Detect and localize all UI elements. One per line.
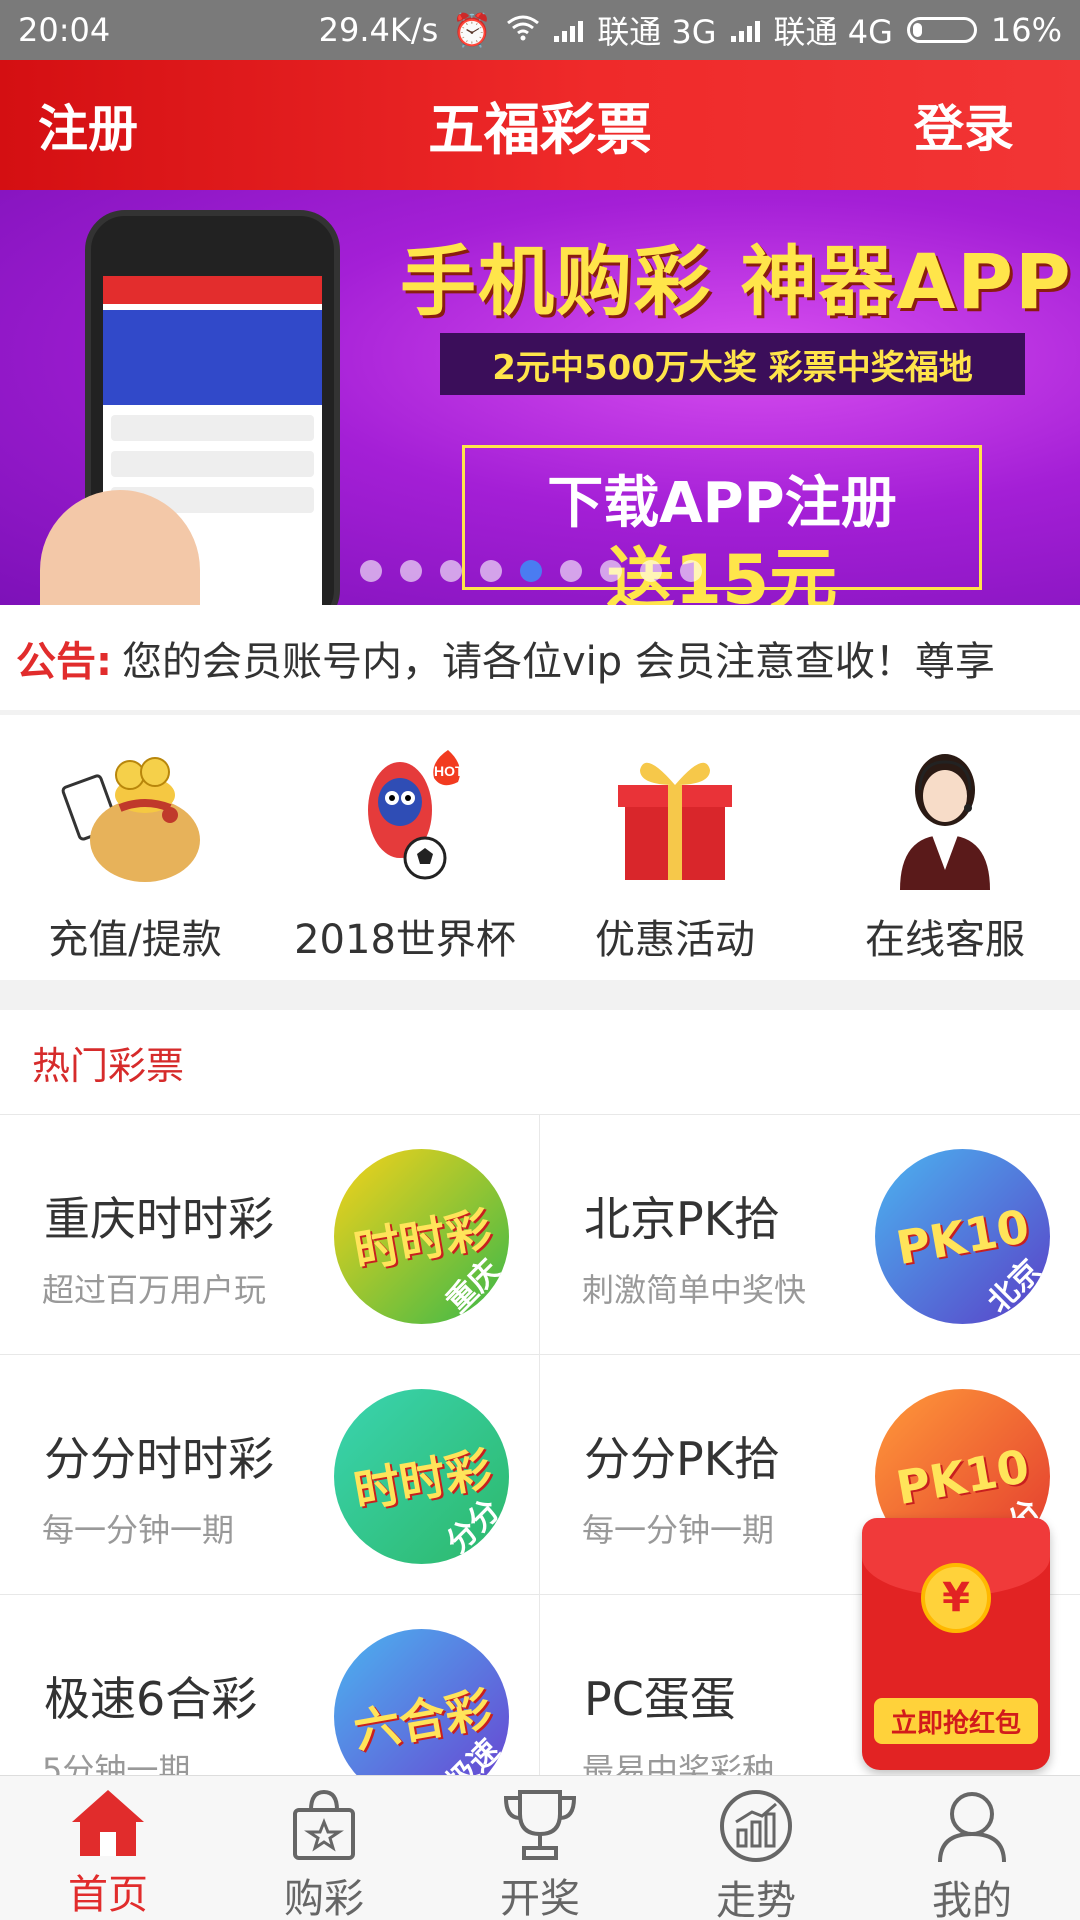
announcement-bar[interactable]: 公告: 您的会员账号内，请各位vip 会员注意查收！尊享 [0,605,1080,710]
tab-label: 开奖 [500,1876,580,1920]
lottery-name: 分分时时彩 [44,1432,274,1486]
banner-dot[interactable] [680,560,702,582]
lottery-logo: 时时彩 分分 [334,1389,509,1564]
tab-home[interactable]: 首页 [0,1776,216,1920]
lottery-logo: PK10 北京 [875,1149,1050,1324]
banner-dot[interactable] [520,560,542,582]
lottery-name: 分分PK拾 [584,1432,780,1486]
quick-item-label: 充值/提款 [48,917,222,963]
trend-chart-icon [716,1788,796,1864]
banner-dot[interactable] [560,560,582,582]
lottery-name: 极速6合彩 [44,1672,258,1726]
lottery-desc: 每一分钟一期 [582,1511,775,1549]
user-icon [932,1788,1012,1864]
app-screen: 20:04 29.4K/s ⏰ 联通 3G 联通 4G 16% 注册 五福彩票 … [0,0,1080,1920]
quick-item-label: 2018世界杯 [294,917,516,963]
status-bar: 20:04 29.4K/s ⏰ 联通 3G 联通 4G 16% [0,0,1080,60]
grab-red-envelope-label: 立即抢红包 [874,1698,1038,1744]
lottery-card-beijing-pk10[interactable]: 北京PK拾 刺激简单中奖快 PK10 北京 [540,1115,1080,1355]
signal-icon [554,18,584,42]
money-bag-icon [60,735,210,895]
phone-screen-row [111,415,314,441]
tab-draw[interactable]: 开奖 [432,1776,648,1920]
lottery-desc: 刺激简单中奖快 [582,1271,807,1309]
alarm-icon: ⏰ [452,11,493,49]
banner-headline: 手机购彩 神器APP [400,237,1073,326]
lottery-logo: 时时彩 重庆 [334,1149,509,1324]
tab-label: 购彩 [284,1876,364,1920]
lottery-card-chongqing-ssc[interactable]: 重庆时时彩 超过百万用户玩 时时彩 重庆 [0,1115,540,1355]
lottery-name: 重庆时时彩 [44,1192,274,1246]
phone-screen-header [103,276,322,304]
banner-dot[interactable] [640,560,662,582]
home-icon [68,1788,148,1858]
shopping-bag-icon [284,1788,364,1862]
quick-item-label: 优惠活动 [595,917,755,963]
battery-icon [906,17,977,43]
tab-label: 走势 [716,1878,796,1920]
banner-dot[interactable] [360,560,382,582]
promo-banner[interactable]: 手机购彩 神器APP 2元中500万大奖 彩票中奖福地 下载APP注册 送15元 [0,190,1080,605]
phone-screen-row [111,451,314,477]
app-header: 注册 五福彩票 登录 [0,60,1080,190]
trophy-icon [500,1788,580,1862]
tab-label: 我的 [932,1878,1012,1920]
bottom-tab-bar: 首页 购彩 开奖 走势 我的 [0,1775,1080,1920]
carrier-1: 联通 3G [597,13,717,51]
tab-label: 首页 [68,1872,148,1918]
banner-dot[interactable] [400,560,422,582]
quick-item-customer-service[interactable]: 在线客服 [810,715,1080,980]
tab-mine[interactable]: 我的 [864,1776,1080,1920]
tab-buy[interactable]: 购彩 [216,1776,432,1920]
banner-dot[interactable] [440,560,462,582]
register-link[interactable]: 注册 [38,60,138,190]
yuan-coin-icon: ¥ [921,1563,991,1633]
tab-trend[interactable]: 走势 [648,1776,864,1920]
banner-pagination [360,560,702,582]
gift-box-icon [600,735,750,895]
network-speed: 29.4K/s [318,11,439,49]
announcement-text: 您的会员账号内，请各位vip 会员注意查收！尊享 [122,638,995,685]
hot-lottery-title: 热门彩票 [0,1010,1080,1115]
customer-service-icon [870,735,1020,895]
hot-badge: HOT [434,763,464,779]
world-cup-icon: HOT [330,735,480,895]
status-time: 20:04 [18,11,111,49]
quick-item-label: 在线客服 [865,917,1025,963]
quick-item-promotions[interactable]: 优惠活动 [540,715,810,980]
banner-dot[interactable] [480,560,502,582]
lottery-name: PC蛋蛋 [584,1672,736,1726]
signal-icon-2 [730,18,760,42]
banner-dot[interactable] [600,560,622,582]
battery-level: 16% [990,11,1062,49]
announcement-label: 公告: [16,638,112,685]
lottery-name: 北京PK拾 [584,1192,780,1246]
banner-ribbon: 2元中500万大奖 彩票中奖福地 [440,333,1025,395]
wifi-icon [506,11,540,49]
carrier-2: 联通 4G [773,13,893,51]
lottery-desc: 每一分钟一期 [42,1511,235,1549]
phone-screen-banner [103,310,322,405]
status-right: 29.4K/s ⏰ 联通 3G 联通 4G 16% [319,7,1062,53]
quick-item-recharge[interactable]: 充值/提款 [0,715,270,980]
quick-menu: 充值/提款 HOT 2018世界杯 优惠活动 在线客服 [0,715,1080,980]
red-envelope-button[interactable]: ¥ 立即抢红包 [862,1518,1050,1770]
lottery-desc: 超过百万用户玩 [42,1271,267,1309]
login-link[interactable]: 登录 [914,60,1014,190]
lottery-card-fenfen-ssc[interactable]: 分分时时彩 每一分钟一期 时时彩 分分 [0,1355,540,1595]
quick-item-world-cup[interactable]: HOT 2018世界杯 [270,715,540,980]
